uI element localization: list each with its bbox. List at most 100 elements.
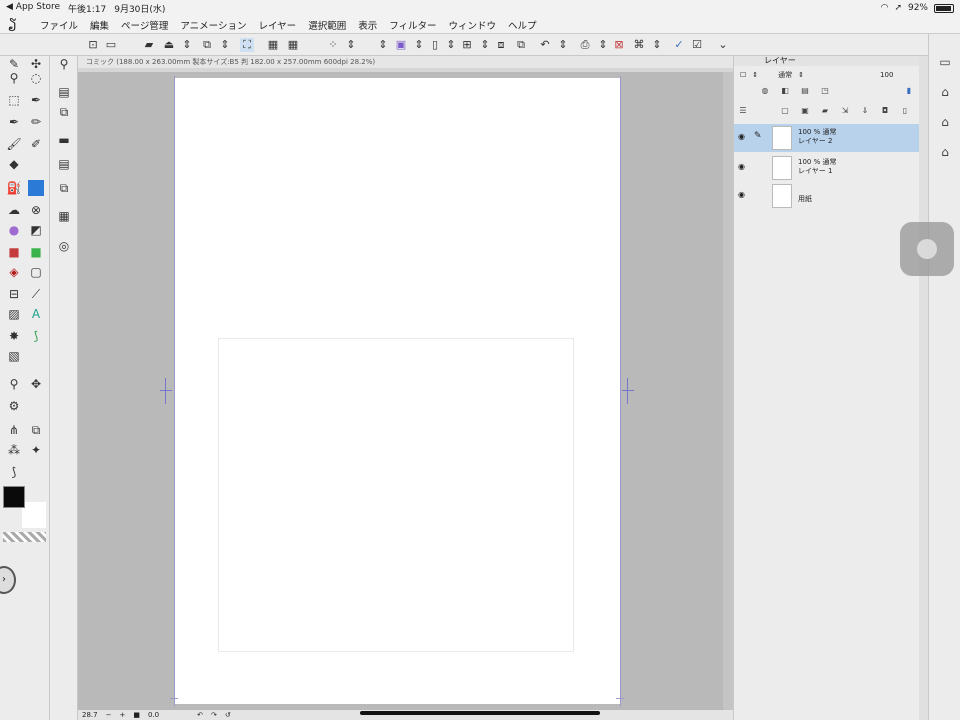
visibility-eye-icon[interactable]: ◉ — [738, 190, 748, 199]
menu-view[interactable]: 表示 — [358, 18, 377, 32]
pattern-icon[interactable]: ⊗ — [28, 202, 44, 218]
texture-icon[interactable]: ◩ — [28, 222, 44, 238]
checkbox-icon[interactable]: ☑ — [690, 38, 704, 52]
menu-filter[interactable]: フィルター — [389, 18, 436, 32]
frame-icon[interactable]: ▢ — [28, 264, 44, 280]
merge-icon[interactable]: ⧈ — [494, 38, 508, 52]
merge-down-icon[interactable]: ⇓ — [860, 106, 870, 116]
layer-name[interactable]: 用紙 — [798, 195, 812, 203]
back-to-app-link[interactable]: ◀ App Store — [6, 2, 60, 15]
brush-check-icon[interactable]: ✓ — [672, 38, 686, 52]
menu-edit[interactable]: 編集 — [90, 18, 109, 32]
select-rect-icon[interactable]: ⬚ — [6, 92, 22, 108]
chevron-updown-icon[interactable]: ⇕ — [752, 71, 758, 79]
pages-icon[interactable]: ⧉ — [56, 180, 72, 196]
ruler-grid-icon[interactable]: ▦ — [286, 38, 300, 52]
airbrush-icon[interactable]: ✐ — [28, 136, 44, 152]
watercolor-icon[interactable]: ● — [6, 222, 22, 238]
chevron-updown-icon[interactable]: ⇕ — [344, 38, 358, 52]
rotation-value[interactable]: 0.0 — [148, 711, 159, 719]
subtool-detail-icon[interactable]: ⌂ — [937, 114, 953, 130]
new-file-icon[interactable]: ⊡ — [86, 38, 100, 52]
transfer-icon[interactable]: ⇲ — [840, 106, 850, 116]
fit-icon[interactable]: ■ — [133, 711, 140, 719]
clip-icon[interactable]: ◧ — [780, 86, 790, 96]
ruler-pen-icon[interactable]: ⟋ — [28, 286, 44, 302]
pen-icon[interactable]: ✒ — [6, 114, 22, 130]
decoration-icon[interactable]: ◈ — [6, 264, 22, 280]
copy-icon[interactable]: ⧉ — [56, 104, 72, 120]
palette-color-icon[interactable]: ▮ — [904, 86, 914, 96]
save-icon[interactable]: ⏏ — [162, 38, 176, 52]
grid-icon[interactable]: ▦ — [266, 38, 280, 52]
visibility-eye-icon[interactable]: ◉ — [738, 162, 748, 171]
chevron-updown-icon[interactable]: ⇕ — [412, 38, 426, 52]
material-icon[interactable]: ▧ — [6, 348, 22, 364]
layer-menu-icon[interactable]: ☰ — [738, 106, 748, 116]
layer-row[interactable]: ◉ 100 % 通常 レイヤー 1 — [734, 154, 929, 182]
zoom-in-icon[interactable]: + — [119, 711, 125, 719]
clear-icon[interactable]: ⊠ — [612, 38, 626, 52]
layer-stack-icon[interactable]: ▤ — [56, 84, 72, 100]
chevron-updown-icon[interactable]: ⇕ — [596, 38, 610, 52]
color-set-icon[interactable]: ■ — [6, 244, 22, 260]
zoom-value[interactable]: 28.7 — [82, 711, 98, 719]
chevron-down-icon[interactable]: ⌄ — [716, 38, 730, 52]
calendar-icon[interactable]: ▦ — [56, 208, 72, 224]
print-icon[interactable]: ⎙ — [578, 38, 592, 52]
color-swatch-blue-icon[interactable] — [28, 180, 44, 196]
layer-row[interactable]: ◉ ✎ 100 % 通常 レイヤー 2 — [734, 124, 929, 152]
lock-icon[interactable]: ◍ — [760, 86, 770, 96]
correct-line-icon[interactable]: ⟆ — [28, 328, 44, 344]
eyedropper-icon[interactable]: ✒ — [28, 92, 44, 108]
gradient-icon[interactable]: ■ — [28, 244, 44, 260]
navigator-icon[interactable]: ◎ — [56, 238, 72, 254]
opacity-value[interactable]: 100 — [880, 71, 893, 79]
rotate-right-icon[interactable]: ↷ — [211, 711, 217, 719]
dropper-icon[interactable]: ⟆ — [6, 464, 22, 480]
menu-page-manage[interactable]: ページ管理 — [121, 18, 168, 32]
chevron-updown-icon[interactable]: ⇕ — [650, 38, 664, 52]
menu-help[interactable]: ヘルプ — [508, 18, 537, 32]
camera-icon[interactable]: ⌘ — [632, 38, 646, 52]
zoom-tool-icon[interactable]: ⚲ — [6, 70, 22, 86]
canvas-area[interactable]: コミック (188.00 x 263.00mm 製本サイズ:B5 判 182.0… — [78, 56, 733, 710]
canvas-tab-title[interactable]: コミック (188.00 x 263.00mm 製本サイズ:B5 判 182.0… — [78, 56, 733, 68]
chevron-updown-icon[interactable]: ⇕ — [180, 38, 194, 52]
color-wheel-icon[interactable]: ⌂ — [937, 144, 953, 160]
menu-layer[interactable]: レイヤー — [258, 18, 296, 32]
panel-icon[interactable]: ⊟ — [6, 286, 22, 302]
grass-brush-icon[interactable]: ⋔ — [6, 422, 22, 438]
fit-view-icon[interactable]: ⛶ — [240, 38, 254, 52]
blend-icon[interactable]: ☁ — [6, 202, 22, 218]
menu-animation[interactable]: アニメーション — [180, 18, 246, 32]
transform-icon[interactable]: ⊞ — [460, 38, 474, 52]
chevron-updown-icon[interactable]: ⇕ — [798, 71, 804, 79]
scatter-icon[interactable]: ⁂ — [6, 442, 22, 458]
search-icon[interactable]: ⚲ — [6, 376, 22, 392]
layer-mask-icon[interactable]: ◘ — [880, 106, 890, 116]
zoom-icon[interactable]: ⚲ — [56, 56, 72, 72]
text-tool-icon[interactable]: A — [28, 306, 44, 322]
brush-icon[interactable]: 🖌 — [6, 136, 22, 152]
menu-selection[interactable]: 選択範囲 — [308, 18, 346, 32]
grid-light-icon[interactable]: ⁘ — [326, 38, 340, 52]
settings-search-icon[interactable]: ⚙ — [6, 398, 22, 414]
palette-toggle-button[interactable]: › — [0, 566, 16, 594]
film-icon[interactable]: ▬ — [56, 132, 72, 148]
assistive-touch-button[interactable] — [900, 222, 954, 276]
export-icon[interactable]: ⧉ — [200, 38, 214, 52]
layer-panel-checkbox[interactable]: ☐ — [740, 71, 746, 79]
visibility-eye-icon[interactable]: ◉ — [738, 132, 748, 141]
canvas-scrollbar[interactable] — [723, 72, 733, 710]
layer-name[interactable]: レイヤー 2 — [798, 137, 832, 145]
layer-row[interactable]: ◉ 用紙 — [734, 182, 929, 210]
mask-icon[interactable]: ▤ — [800, 86, 810, 96]
chevron-updown-icon[interactable]: ⇕ — [556, 38, 570, 52]
undo-icon[interactable]: ↶ — [538, 38, 552, 52]
fill-icon[interactable]: ⛽ — [6, 180, 22, 196]
balloon-icon[interactable]: ✸ — [6, 328, 22, 344]
eraser-icon[interactable]: ◆ — [6, 156, 22, 172]
delete-layer-icon[interactable]: ▯ — [900, 106, 910, 116]
rotate-left-icon[interactable]: ↶ — [197, 711, 203, 719]
